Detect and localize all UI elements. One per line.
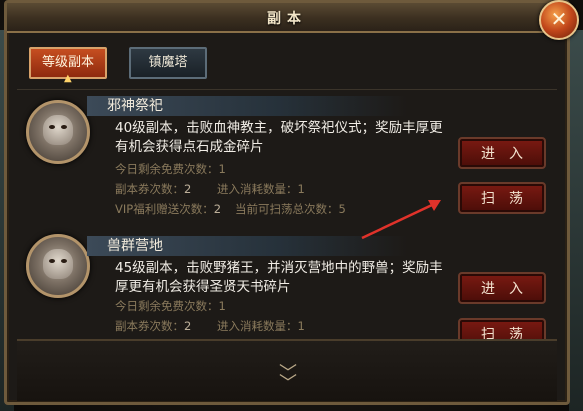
dungeon-description: 40级副本，击败血神教主，破坏祭祀仪式；奖励丰厚更 有机会获得点石成金碎片 <box>115 119 445 157</box>
active-tab-marker-icon: ▲ <box>64 73 72 84</box>
ticket-count: 副本券次数：2 <box>115 318 191 334</box>
double-chevron-down-icon[interactable]: ﹀ ﹀ <box>275 365 301 393</box>
panel-footer: ﹀ ﹀ <box>17 339 557 401</box>
dungeon-name: 兽群营地 <box>87 236 407 256</box>
description-line: 40级副本，击败血神教主，破坏祭祀仪式；奖励丰厚更 <box>115 120 443 136</box>
dungeon-list[interactable]: 邪神祭祀 40级副本，击败血神教主，破坏祭祀仪式；奖励丰厚更 有机会获得点石成金… <box>17 89 557 340</box>
vip-bonus-value: 2 <box>213 202 222 216</box>
description-line: 45级副本，击败野猪王，并消灭营地中的野兽；奖励丰 <box>115 260 443 276</box>
ticket-count-value: 2 <box>184 182 192 196</box>
ticket-count-value: 2 <box>184 319 192 333</box>
consume-count: 进入消耗数量：1 <box>217 319 305 333</box>
tab-label: 镇魔塔 <box>148 55 188 70</box>
tab-level-dungeon[interactable]: 等级副本 ▲ <box>29 47 107 84</box>
close-icon[interactable]: ✕ <box>539 0 579 40</box>
vip-bonus-label: VIP福利赠送次数： <box>115 202 214 216</box>
tab-demon-tower[interactable]: 镇魔塔 <box>129 47 207 79</box>
ticket-count-label: 副本券次数： <box>115 319 184 333</box>
ticket-count: 副本券次数：2 <box>115 181 191 197</box>
free-count: 今日剩余免费次数：1 <box>115 162 226 176</box>
enter-button[interactable]: 进入 <box>458 272 546 304</box>
free-count: 今日剩余免费次数：1 <box>115 299 226 313</box>
dungeon-name: 邪神祭祀 <box>87 96 407 116</box>
sweep-total-count: 当前可扫荡总次数：5 <box>235 202 346 216</box>
ticket-count-label: 副本券次数： <box>115 182 184 196</box>
enter-button[interactable]: 进入 <box>458 137 546 169</box>
title-bar: 副本 <box>7 3 567 33</box>
dungeon-panel: 副本 等级副本 ▲ 镇魔塔 邪神祭祀 40级副本，击败血神教主，破坏祭祀仪式；奖… <box>4 0 570 405</box>
dungeon-entry: 邪神祭祀 40级副本，击败血神教主，破坏祭祀仪式；奖励丰厚更 有机会获得点石成金… <box>17 90 557 230</box>
sweep-button[interactable]: 扫荡 <box>458 182 546 214</box>
dungeon-description: 45级副本，击败野猪王，并消灭营地中的野兽；奖励丰 厚更有机会获得圣贤天书碎片 <box>115 259 445 297</box>
description-line: 厚更有机会获得圣贤天书碎片 <box>115 279 291 295</box>
consume-count: 进入消耗数量：1 <box>217 182 305 196</box>
right-scene-strip <box>569 30 583 411</box>
window-title: 副本 <box>267 11 307 27</box>
dungeon-entry: 兽群营地 45级副本，击败野猪王，并消灭营地中的野兽；奖励丰 厚更有机会获得圣贤… <box>17 230 557 340</box>
demon-boss-portrait-icon <box>26 100 90 164</box>
sweep-button[interactable]: 扫荡 <box>458 318 546 340</box>
description-line: 有机会获得点石成金碎片 <box>115 139 264 155</box>
tab-label: 等级副本 <box>41 55 94 70</box>
boar-king-portrait-icon <box>26 234 90 298</box>
vip-bonus-count: VIP福利赠送次数：2 <box>115 201 221 217</box>
